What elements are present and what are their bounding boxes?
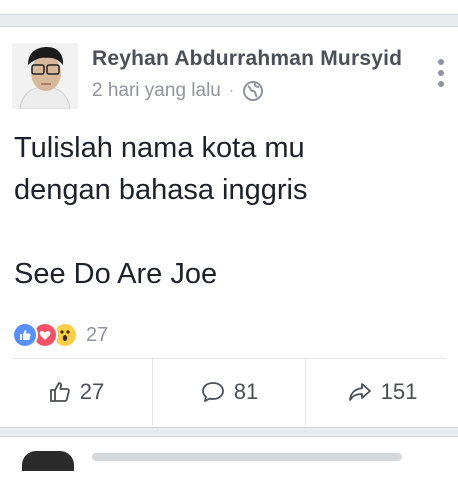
post-text: Tulislah nama kota mu dengan bahasa ingg… — [14, 132, 308, 290]
reaction-summary[interactable]: 27 — [12, 322, 108, 348]
share-icon — [348, 383, 371, 401]
like-count: 27 — [79, 379, 105, 404]
next-post-avatar[interactable] — [22, 451, 74, 471]
share-count: 151 — [380, 379, 418, 404]
globe-icon — [243, 81, 264, 101]
share-button[interactable]: 151 — [305, 359, 458, 425]
previous-post-edge — [0, 0, 458, 15]
comment-count: 81 — [233, 379, 259, 404]
more-options-icon[interactable] — [438, 59, 444, 87]
like-button[interactable]: 27 — [0, 359, 152, 425]
post-timestamp[interactable]: 2 hari yang lalu — [92, 80, 221, 102]
meta-separator: · — [228, 82, 235, 99]
avatar-photo — [12, 43, 78, 109]
post-meta: 2 hari yang lalu · — [92, 80, 264, 102]
author-name[interactable]: Reyhan Abdurrahman Mursyid — [92, 47, 402, 71]
like-reaction-icon — [12, 322, 38, 348]
post-actions: 27 81 151 — [0, 359, 458, 425]
next-post-card — [0, 436, 458, 477]
author-avatar[interactable] — [12, 43, 78, 109]
comment-button[interactable]: 81 — [152, 359, 305, 425]
next-post-author-placeholder — [92, 453, 402, 461]
post-card: Reyhan Abdurrahman Mursyid 2 hari yang l… — [0, 26, 458, 428]
thumbs-up-icon — [49, 382, 70, 402]
comment-icon — [201, 382, 224, 402]
reaction-count: 27 — [86, 323, 109, 346]
